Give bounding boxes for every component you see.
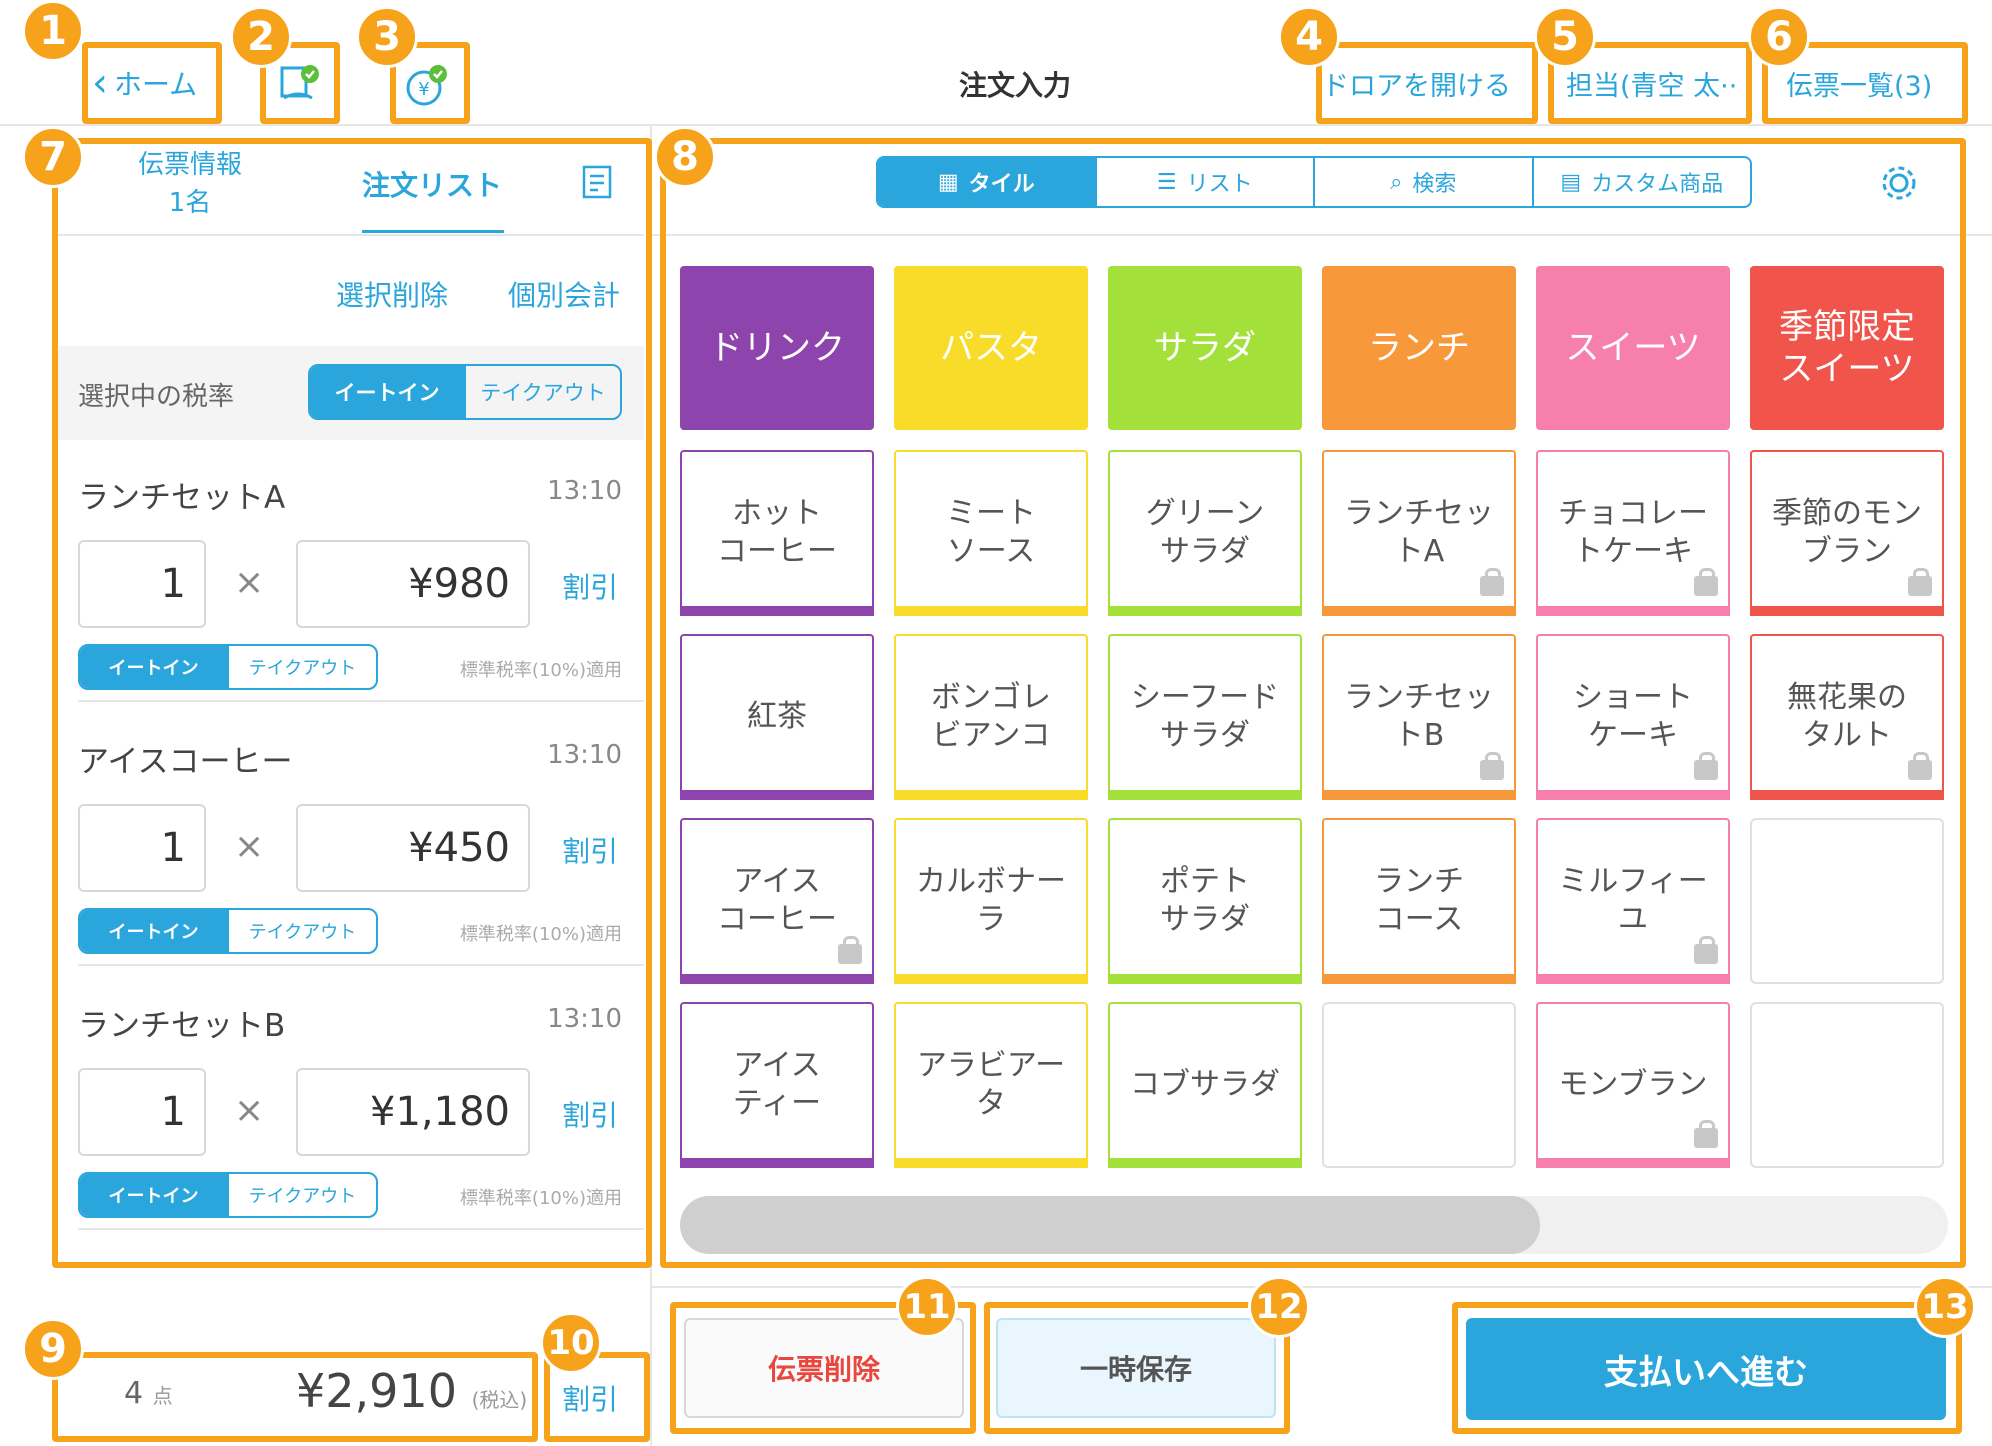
annotation-badge-8: 8 [654, 126, 716, 188]
annotation-badge-13: 13 [1914, 1276, 1976, 1338]
annotation-badge-1: 1 [22, 0, 84, 62]
annotation-badge-9: 9 [22, 1318, 84, 1380]
annotation-badge-4: 4 [1278, 6, 1340, 68]
header-divider [0, 124, 1992, 126]
annotation-box-12 [984, 1302, 1290, 1434]
annotation-badge-5: 5 [1534, 6, 1596, 68]
annotation-box-13 [1452, 1302, 1962, 1434]
page-title: 注文入力 [958, 69, 1071, 102]
annotation-box-7 [52, 138, 652, 1268]
annotation-badge-2: 2 [230, 6, 292, 68]
annotation-badge-11: 11 [896, 1276, 958, 1338]
annotation-box-8 [660, 138, 1966, 1268]
annotation-badge-10: 10 [540, 1312, 602, 1374]
annotation-badge-6: 6 [1748, 6, 1810, 68]
annotation-box-1 [82, 42, 222, 124]
annotation-box-9 [52, 1352, 538, 1442]
annotation-badge-7: 7 [22, 126, 84, 188]
annotation-badge-3: 3 [356, 6, 418, 68]
annotation-badge-12: 12 [1248, 1276, 1310, 1338]
annotation-box-4 [1316, 42, 1538, 124]
footer-divider [652, 1286, 1992, 1288]
